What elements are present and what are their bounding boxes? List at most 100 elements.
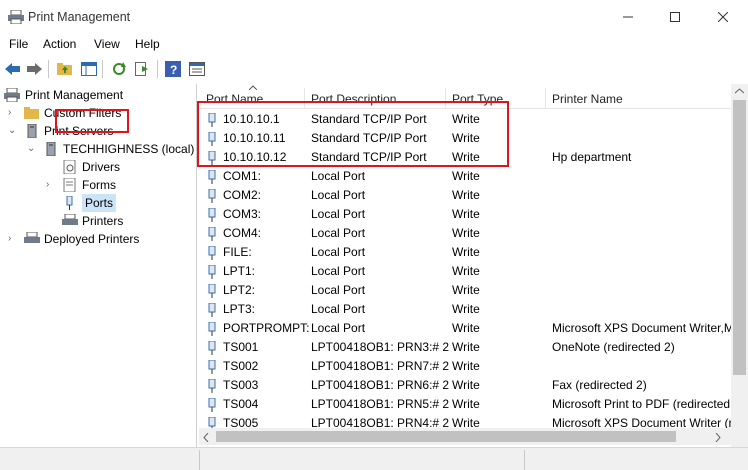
up-folder-button[interactable]	[55, 59, 75, 79]
forward-arrow-icon	[27, 63, 42, 75]
cell-name: FILE:	[223, 245, 252, 259]
folder-up-icon	[57, 63, 72, 75]
close-button[interactable]	[700, 0, 746, 33]
forms-icon	[63, 178, 76, 192]
expand-chevron-icon[interactable]: ›	[8, 230, 18, 248]
sort-ascending-icon	[249, 85, 257, 90]
menu-action[interactable]: Action	[43, 37, 76, 51]
port-icon	[208, 170, 216, 184]
tree-item-drivers[interactable]: Drivers	[0, 158, 196, 176]
properties-button[interactable]	[187, 59, 207, 79]
table-row[interactable]: FILE: Local Port Write	[199, 243, 731, 262]
export-list-button[interactable]	[133, 59, 153, 79]
cell-desc: LPT00418OB1: PRN6:# 2	[311, 378, 449, 392]
help-button[interactable]: ?	[163, 59, 183, 79]
cell-name: COM1:	[223, 169, 262, 183]
cell-type: Write	[452, 359, 480, 373]
vertical-scrollbar[interactable]	[731, 84, 748, 447]
table-row[interactable]: LPT2: Local Port Write	[199, 281, 731, 300]
tree-label: Ports	[82, 194, 117, 212]
table-row[interactable]: COM4: Local Port Write	[199, 224, 731, 243]
forward-button[interactable]	[24, 59, 44, 79]
table-row[interactable]: TS001 LPT00418OB1: PRN3:# 2 Write OneNote (…	[199, 338, 731, 357]
port-icon	[208, 284, 216, 298]
toolbar-separator	[102, 60, 103, 78]
cell-name: COM2:	[223, 188, 262, 202]
help-icon: ?	[165, 61, 181, 77]
cell-name: TS004	[223, 397, 259, 411]
cell-name: COM4:	[223, 226, 262, 240]
maximize-icon	[670, 11, 680, 22]
table-row[interactable]: TS004 LPT00418OB1: PRN5:# 2 Write Microsoft…	[199, 395, 731, 414]
collapse-chevron-icon[interactable]: ⌄	[8, 122, 18, 140]
port-icon	[208, 189, 216, 203]
vertical-scroll-thumb[interactable]	[733, 100, 746, 375]
tree-label: Printers	[82, 214, 124, 228]
cell-desc: Local Port	[311, 302, 366, 316]
column-divider[interactable]	[545, 88, 546, 108]
table-row[interactable]: COM3: Local Port Write	[199, 205, 731, 224]
toolbar-separator	[48, 60, 49, 78]
table-row[interactable]: LPT1: Local Port Write	[199, 262, 731, 281]
tree-item-forms[interactable]: › Forms	[0, 176, 196, 194]
back-arrow-icon	[5, 63, 20, 75]
tree-item-ports[interactable]: Ports	[0, 194, 196, 212]
toolbar: ?	[0, 56, 748, 82]
refresh-icon	[113, 62, 126, 75]
tree-item-techhighness[interactable]: ⌄ TECHHIGHNESS (local)	[0, 140, 196, 158]
scroll-up-icon[interactable]	[735, 88, 744, 94]
cell-desc: LPT00418OB1: PRN3:# 2	[311, 340, 449, 354]
table-row[interactable]: COM2: Local Port Write	[199, 186, 731, 205]
maximize-button[interactable]	[652, 0, 698, 33]
expand-chevron-icon[interactable]: ›	[46, 176, 56, 194]
expand-chevron-icon[interactable]: ›	[8, 104, 18, 122]
close-icon	[718, 11, 728, 22]
tree-item-print-management[interactable]: Print Management	[0, 86, 196, 104]
filter-folder-icon	[24, 107, 39, 119]
cell-type: Write	[452, 397, 480, 411]
table-row[interactable]: PORTPROMPT: Local Port Write Microsoft XPS …	[199, 319, 731, 338]
minimize-button[interactable]	[605, 0, 651, 33]
cell-name: LPT3:	[223, 302, 256, 316]
column-header-printer-name[interactable]: Printer Name	[552, 92, 623, 106]
cell-type: Write	[452, 188, 480, 202]
cell-name: LPT2:	[223, 283, 256, 297]
table-row[interactable]: TS003 LPT00418OB1: PRN6:# 2 Write Fax (redi…	[199, 376, 731, 395]
port-icon	[208, 227, 216, 241]
menu-file[interactable]: File	[9, 37, 28, 51]
table-row[interactable]: TS002 LPT00418OB1: PRN7:# 2 Write	[199, 357, 731, 376]
menu-view[interactable]: View	[94, 37, 120, 51]
refresh-button[interactable]	[109, 59, 129, 79]
cell-name: PORTPROMPT:	[223, 321, 309, 335]
menu-help[interactable]: Help	[135, 37, 160, 51]
cell-desc: Local Port	[311, 169, 366, 183]
cell-type: Write	[452, 378, 480, 392]
horizontal-scrollbar[interactable]	[199, 428, 731, 445]
collapse-chevron-icon[interactable]: ⌄	[27, 140, 37, 158]
port-icon	[208, 341, 216, 355]
cell-printer: Microsoft Print to PDF (redirected	[552, 397, 731, 411]
cell-desc: Local Port	[311, 321, 366, 335]
table-row[interactable]: COM1: Local Port Write	[199, 167, 731, 186]
back-button[interactable]	[3, 59, 23, 79]
table-row[interactable]: LPT3: Local Port Write	[199, 300, 731, 319]
status-bar	[0, 447, 748, 470]
tcpip-ports-highlight-box	[197, 101, 509, 167]
tree-label: Print Management	[25, 88, 124, 102]
tree-item-printers[interactable]: Printers	[0, 212, 196, 230]
svg-text:?: ?	[170, 63, 177, 77]
scroll-left-icon[interactable]	[203, 433, 209, 442]
cell-desc: Local Port	[311, 264, 366, 278]
cell-printer: Fax (redirected 2)	[552, 378, 647, 392]
show-hide-tree-button[interactable]	[79, 59, 99, 79]
horizontal-scroll-thumb[interactable]	[216, 431, 676, 442]
tree-item-deployed-printers[interactable]: › Deployed Printers	[0, 230, 196, 248]
cell-type: Write	[452, 302, 480, 316]
scroll-right-icon[interactable]	[715, 433, 721, 442]
port-icon	[208, 322, 216, 336]
cell-name: TS003	[223, 378, 259, 392]
cell-type: Write	[452, 169, 480, 183]
tree-label: Deployed Printers	[44, 232, 140, 246]
tree-label: Drivers	[82, 160, 120, 174]
cell-desc: Local Port	[311, 188, 366, 202]
